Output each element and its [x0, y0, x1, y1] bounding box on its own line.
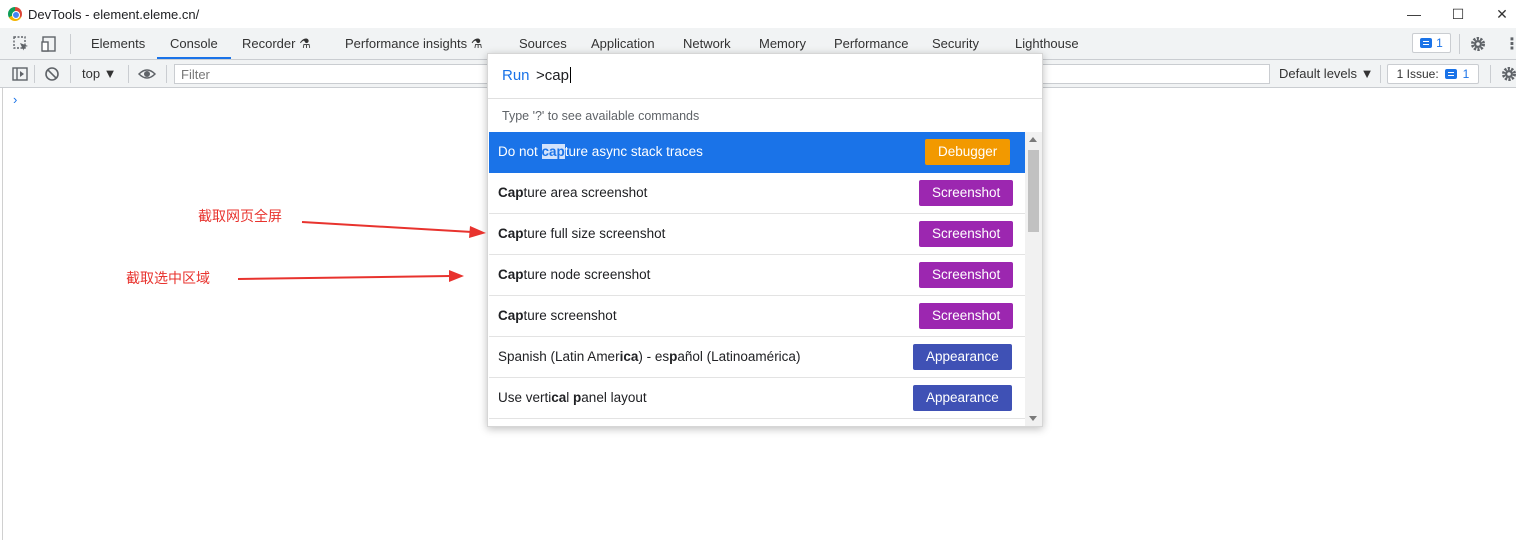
maximize-button[interactable]: ☐ — [1448, 4, 1468, 24]
chrome-logo-icon — [8, 7, 22, 21]
toolbar-divider — [34, 65, 35, 83]
issues-label: 1 Issue: — [1396, 67, 1439, 81]
command-item-label: Use vertical panel layout — [498, 390, 647, 405]
command-item[interactable]: Capture node screenshot Screenshot — [489, 255, 1025, 296]
annotation-arrowhead — [469, 226, 486, 238]
toolbar-divider — [70, 34, 71, 54]
filter-placeholder: Filter — [181, 67, 210, 82]
command-item[interactable]: Use vertical panel layout Appearance — [489, 378, 1025, 419]
issue-icon — [1444, 69, 1457, 79]
console-settings-gear-icon[interactable] — [1500, 65, 1516, 83]
tab-console[interactable]: Console — [157, 28, 231, 59]
window-title: DevTools - element.eleme.cn/ — [28, 7, 200, 22]
settings-gear-icon[interactable] — [1469, 35, 1487, 53]
toolbar-divider — [1490, 65, 1491, 83]
command-list-scrollbar[interactable] — [1025, 132, 1042, 426]
command-item[interactable]: Capture full size screenshot Screenshot — [489, 214, 1025, 255]
clear-console-icon[interactable] — [43, 65, 61, 83]
issues-button[interactable]: 1 Issue: 1 — [1387, 64, 1479, 84]
console-prompt[interactable]: › — [13, 92, 17, 107]
toolbar-divider — [70, 65, 71, 83]
annotation-arrow-line — [301, 221, 473, 233]
window-titlebar: DevTools - element.eleme.cn/ — ☐ ✕ — [0, 0, 1516, 28]
command-item-label: Spanish (Latin America) - español (Latin… — [498, 349, 801, 364]
category-tag-debugger: Debugger — [925, 139, 1011, 165]
command-list: Do not capture async stack traces Debugg… — [489, 132, 1025, 426]
toolbar-divider — [1380, 65, 1381, 83]
inspect-element-icon[interactable] — [12, 35, 30, 53]
issues-count: 1 — [1462, 67, 1470, 81]
command-hint: Type '?' to see available commands — [502, 109, 700, 123]
command-item-label: Capture area screenshot — [498, 185, 648, 200]
log-levels-dropdown[interactable]: Default levels ▼ — [1279, 66, 1374, 81]
command-item-label: Capture full size screenshot — [498, 226, 666, 241]
command-query: >cap — [536, 67, 571, 84]
messages-badge[interactable]: 1 — [1412, 33, 1451, 53]
toolbar-divider — [128, 65, 129, 83]
command-item[interactable]: Capture screenshot Screenshot — [489, 296, 1025, 337]
command-item[interactable]: Spanish (Latin America) - español (Latin… — [489, 337, 1025, 378]
category-tag-appearance: Appearance — [913, 385, 1012, 411]
category-tag-screenshot: Screenshot — [919, 221, 1014, 247]
tab-performance-insights[interactable]: Performance insights ⚗ — [345, 28, 482, 59]
category-tag-screenshot: Screenshot — [919, 303, 1014, 329]
text-caret — [569, 67, 571, 83]
command-item[interactable]: Do not capture async stack traces Debugg… — [489, 132, 1025, 173]
scroll-down-arrow-icon[interactable] — [1029, 416, 1037, 421]
context-selector[interactable]: top ▼ — [82, 66, 117, 81]
show-sidebar-icon[interactable] — [11, 65, 29, 83]
console-left-border — [2, 88, 3, 540]
toolbar-divider — [166, 65, 167, 83]
messages-count: 1 — [1436, 36, 1443, 50]
toolbar-divider — [1459, 34, 1460, 54]
tab-recorder[interactable]: Recorder ⚗ — [242, 28, 311, 59]
command-item[interactable]: Capture area screenshot Screenshot — [489, 173, 1025, 214]
message-icon — [1420, 38, 1433, 48]
category-tag-appearance: Appearance — [913, 344, 1012, 370]
scroll-thumb[interactable] — [1028, 150, 1039, 232]
close-button[interactable]: ✕ — [1492, 4, 1512, 24]
annotation-selected-area: 截取选中区域 — [126, 270, 210, 286]
command-item-label: Capture node screenshot — [498, 267, 651, 282]
more-options-icon[interactable]: ⋮ — [1504, 34, 1516, 54]
category-tag-screenshot: Screenshot — [919, 180, 1014, 206]
annotation-arrow-line — [237, 275, 451, 280]
minimize-button[interactable]: — — [1404, 4, 1424, 24]
device-toolbar-icon[interactable] — [40, 35, 58, 53]
command-input[interactable]: Run >cap — [488, 54, 1042, 99]
annotation-full-page: 截取网页全屏 — [198, 208, 282, 224]
command-menu: Run >cap Type '?' to see available comma… — [487, 53, 1043, 427]
command-item-label: Do not capture async stack traces — [498, 144, 703, 159]
live-expression-eye-icon[interactable] — [138, 65, 156, 83]
command-item-label: Capture screenshot — [498, 308, 617, 323]
command-item-partial[interactable] — [489, 419, 1025, 426]
scroll-up-arrow-icon[interactable] — [1029, 137, 1037, 142]
tab-elements[interactable]: Elements — [91, 28, 145, 59]
category-tag-screenshot: Screenshot — [919, 262, 1014, 288]
command-query-text: >cap — [536, 67, 569, 84]
run-label: Run — [502, 67, 530, 84]
annotation-arrowhead — [449, 270, 464, 282]
